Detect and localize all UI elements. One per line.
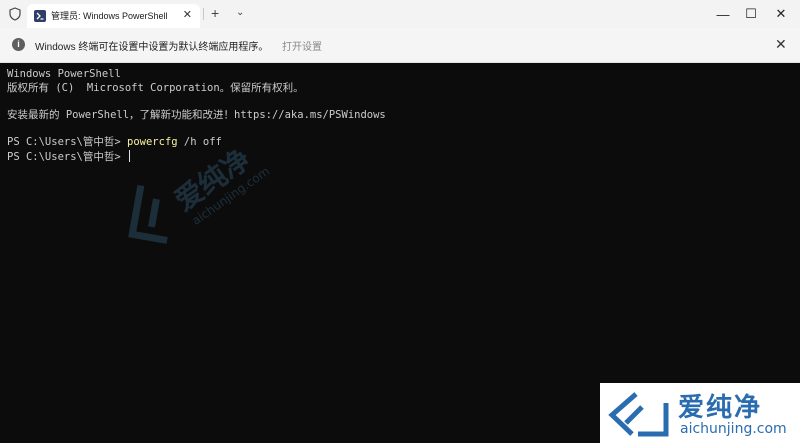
tab-title: 管理员: Windows PowerShell	[51, 11, 168, 21]
tab-close-icon[interactable]: ✕	[183, 7, 192, 23]
chevron-down-icon[interactable]: ⌄	[236, 5, 244, 21]
minimize-icon: —	[716, 6, 730, 22]
terminal-line: 安装最新的 PowerShell，了解新功能和改进！https://aka.ms…	[7, 108, 386, 121]
maximize-icon: ☐	[745, 6, 757, 21]
shield-icon	[9, 7, 21, 21]
tab-powershell[interactable]: 管理员: Windows PowerShell ✕	[27, 4, 200, 28]
terminal-line: 版权所有 (C) Microsoft Corporation。保留所有权利。	[7, 81, 304, 94]
input-line[interactable]: PS C:\Users\管中哲>	[7, 149, 386, 164]
brand-logo-icon	[608, 392, 669, 437]
text-cursor	[129, 149, 131, 162]
command-line: PS C:\Users\管中哲> powercfg /h off	[7, 136, 386, 150]
command-args: /h off	[177, 135, 222, 148]
info-icon: i	[12, 38, 25, 51]
close-window-button[interactable]: ✕	[762, 0, 800, 28]
info-bar: i Windows 终端可在设置中设置为默认终端应用程序。 打开设置 ✕	[0, 28, 800, 63]
brand-logo: 爱纯净 aichunjing.com	[600, 383, 800, 443]
brand-name: 爱纯净	[678, 393, 763, 423]
info-close-button[interactable]: ✕	[775, 36, 787, 52]
info-message: Windows 终端可在设置中设置为默认终端应用程序。	[35, 42, 269, 53]
command-name: powercfg	[127, 135, 178, 148]
brand-url: aichunjing.com	[680, 421, 787, 437]
tab-divider	[203, 8, 204, 20]
open-settings-link[interactable]: 打开设置	[282, 38, 322, 53]
title-bar: 管理员: Windows PowerShell ✕ + ⌄ — ☐ ✕	[0, 0, 800, 28]
powershell-icon	[34, 10, 46, 22]
prompt: PS C:\Users\管中哲>	[7, 135, 128, 148]
close-icon: ✕	[775, 6, 787, 21]
prompt: PS C:\Users\管中哲>	[7, 150, 128, 163]
terminal-output: Windows PowerShell 版权所有 (C) Microsoft Co…	[7, 68, 386, 163]
new-tab-button[interactable]: +	[211, 5, 219, 21]
terminal-line: Windows PowerShell	[7, 68, 121, 80]
